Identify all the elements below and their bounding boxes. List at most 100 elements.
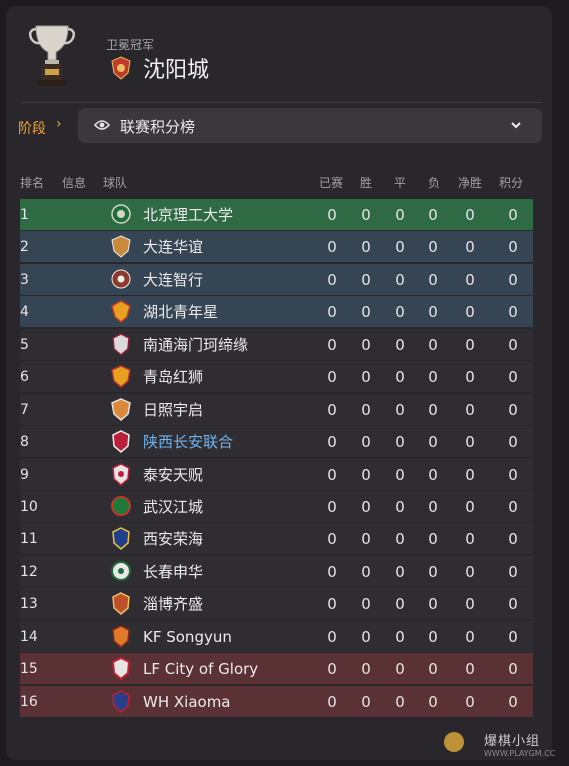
table-row[interactable]: 13 淄博齐盛 0 0 0 0 0 0 — [20, 588, 533, 620]
table-row[interactable]: 8 陕西长安联合 0 0 0 0 0 0 — [20, 426, 533, 458]
team-name[interactable]: 南通海门珂缔缘 — [143, 335, 248, 355]
points: 0 — [508, 368, 518, 387]
played: 0 — [327, 335, 337, 354]
team-name[interactable]: KF Songyun — [143, 627, 232, 647]
table-row[interactable]: 6 青岛红狮 0 0 0 0 0 0 — [20, 361, 533, 393]
row-position: 3 — [20, 271, 29, 288]
table-header: 排名 信息 球队 已赛 胜 平 负 净胜 积分 — [20, 174, 533, 192]
row-position: 14 — [20, 628, 38, 645]
stage-dropdown[interactable]: 联赛积分榜 — [78, 108, 542, 143]
drawn: 0 — [395, 595, 405, 614]
team-name[interactable]: 大连华谊 — [143, 237, 203, 257]
lost: 0 — [428, 595, 438, 614]
col-drawn[interactable]: 平 — [394, 174, 406, 191]
points: 0 — [508, 595, 518, 614]
eye-icon — [94, 120, 110, 130]
goal-diff: 0 — [465, 562, 475, 581]
team-name[interactable]: 武汉江城 — [143, 497, 203, 517]
played: 0 — [327, 238, 337, 257]
table-row[interactable]: 14 KF Songyun 0 0 0 0 0 0 — [20, 620, 533, 652]
dropdown-value: 联赛积分榜 — [120, 118, 196, 136]
points: 0 — [508, 238, 518, 257]
col-played[interactable]: 已赛 — [319, 174, 343, 191]
table-row[interactable]: 4 湖北青年星 0 0 0 0 0 0 — [20, 296, 533, 328]
drawn: 0 — [395, 562, 405, 581]
table-row[interactable]: 15 LF City of Glory 0 0 0 0 0 0 — [20, 653, 533, 685]
won: 0 — [361, 562, 371, 581]
won: 0 — [361, 627, 371, 646]
goal-diff: 0 — [465, 206, 475, 224]
team-name[interactable]: 日照宇启 — [143, 400, 203, 420]
col-won[interactable]: 胜 — [360, 174, 372, 191]
table-row[interactable]: 7 日照宇启 0 0 0 0 0 0 — [20, 393, 533, 425]
won: 0 — [361, 270, 371, 289]
standings-table: 1 北京理工大学 0 0 0 0 0 0 2 大连华谊 0 0 0 0 0 0 … — [20, 199, 533, 718]
team-name[interactable]: 青岛红狮 — [143, 367, 203, 387]
row-position: 9 — [20, 466, 29, 483]
row-position: 4 — [20, 304, 29, 321]
row-position: 16 — [20, 693, 38, 710]
table-row[interactable]: 12 长春申华 0 0 0 0 0 0 — [20, 555, 533, 587]
team-name[interactable]: 北京理工大学 — [143, 205, 233, 225]
team-crest-icon — [112, 332, 130, 356]
drawn: 0 — [395, 368, 405, 387]
played: 0 — [327, 368, 337, 387]
team-name[interactable]: 西安荣海 — [143, 529, 203, 549]
drawn: 0 — [395, 206, 405, 224]
col-team[interactable]: 球队 — [103, 174, 127, 191]
drawn: 0 — [395, 400, 405, 419]
won: 0 — [361, 465, 371, 484]
points: 0 — [508, 303, 518, 322]
lost: 0 — [428, 530, 438, 549]
points: 0 — [508, 660, 518, 679]
team-name[interactable]: 泰安天贶 — [143, 465, 203, 485]
page-title: 沈阳城 — [143, 58, 210, 83]
col-lost[interactable]: 负 — [428, 174, 440, 191]
team-name[interactable]: 大连智行 — [143, 270, 203, 290]
won: 0 — [361, 692, 371, 711]
lost: 0 — [428, 562, 438, 581]
watermark: 爆棋小组 WWW.PLAYGM.CC — [484, 730, 555, 758]
table-row[interactable]: 5 南通海门珂缔缘 0 0 0 0 0 0 — [20, 328, 533, 360]
team-name-link[interactable]: 陕西长安联合 — [143, 432, 233, 452]
team-crest-icon — [112, 689, 130, 713]
watermark-text: 爆棋小组 — [484, 734, 541, 749]
team-crest-icon — [111, 365, 131, 389]
goal-diff: 0 — [465, 660, 475, 679]
lost: 0 — [428, 465, 438, 484]
col-info[interactable]: 信息 — [62, 174, 86, 191]
table-row[interactable]: 9 泰安天贶 0 0 0 0 0 0 — [20, 458, 533, 490]
goal-diff: 0 — [465, 497, 475, 516]
won: 0 — [361, 595, 371, 614]
team-name[interactable]: 湖北青年星 — [143, 302, 218, 322]
drawn: 0 — [395, 270, 405, 289]
goal-diff: 0 — [465, 368, 475, 387]
goal-diff: 0 — [465, 433, 475, 452]
points: 0 — [508, 465, 518, 484]
points: 0 — [508, 400, 518, 419]
table-row[interactable]: 3 大连智行 0 0 0 0 0 0 — [20, 263, 533, 295]
team-name[interactable]: WH Xiaoma — [143, 692, 231, 712]
table-row[interactable]: 10 武汉江城 0 0 0 0 0 0 — [20, 490, 533, 522]
table-row[interactable]: 1 北京理工大学 0 0 0 0 0 0 — [20, 199, 533, 230]
col-gd[interactable]: 净胜 — [458, 174, 482, 191]
team-name[interactable]: LF City of Glory — [143, 659, 258, 679]
watermark-logo-icon — [444, 732, 464, 752]
lost: 0 — [428, 497, 438, 516]
table-row[interactable]: 16 WH Xiaoma 0 0 0 0 0 0 — [20, 685, 533, 717]
team-name[interactable]: 淄博齐盛 — [143, 594, 203, 614]
stage-label[interactable]: 阶段 — [18, 118, 46, 138]
lost: 0 — [428, 303, 438, 322]
played: 0 — [327, 562, 337, 581]
team-crest-icon — [111, 235, 131, 259]
col-pts[interactable]: 积分 — [499, 174, 523, 191]
table-row[interactable]: 11 西安荣海 0 0 0 0 0 0 — [20, 523, 533, 555]
team-name[interactable]: 长春申华 — [143, 562, 203, 582]
team-crest-icon — [112, 624, 130, 648]
chevron-right-icon[interactable]: › — [56, 116, 62, 132]
team-crest-icon — [111, 269, 131, 289]
won: 0 — [361, 303, 371, 322]
col-pos[interactable]: 排名 — [20, 174, 44, 191]
drawn: 0 — [395, 627, 405, 646]
table-row[interactable]: 2 大连华谊 0 0 0 0 0 0 — [20, 231, 533, 263]
